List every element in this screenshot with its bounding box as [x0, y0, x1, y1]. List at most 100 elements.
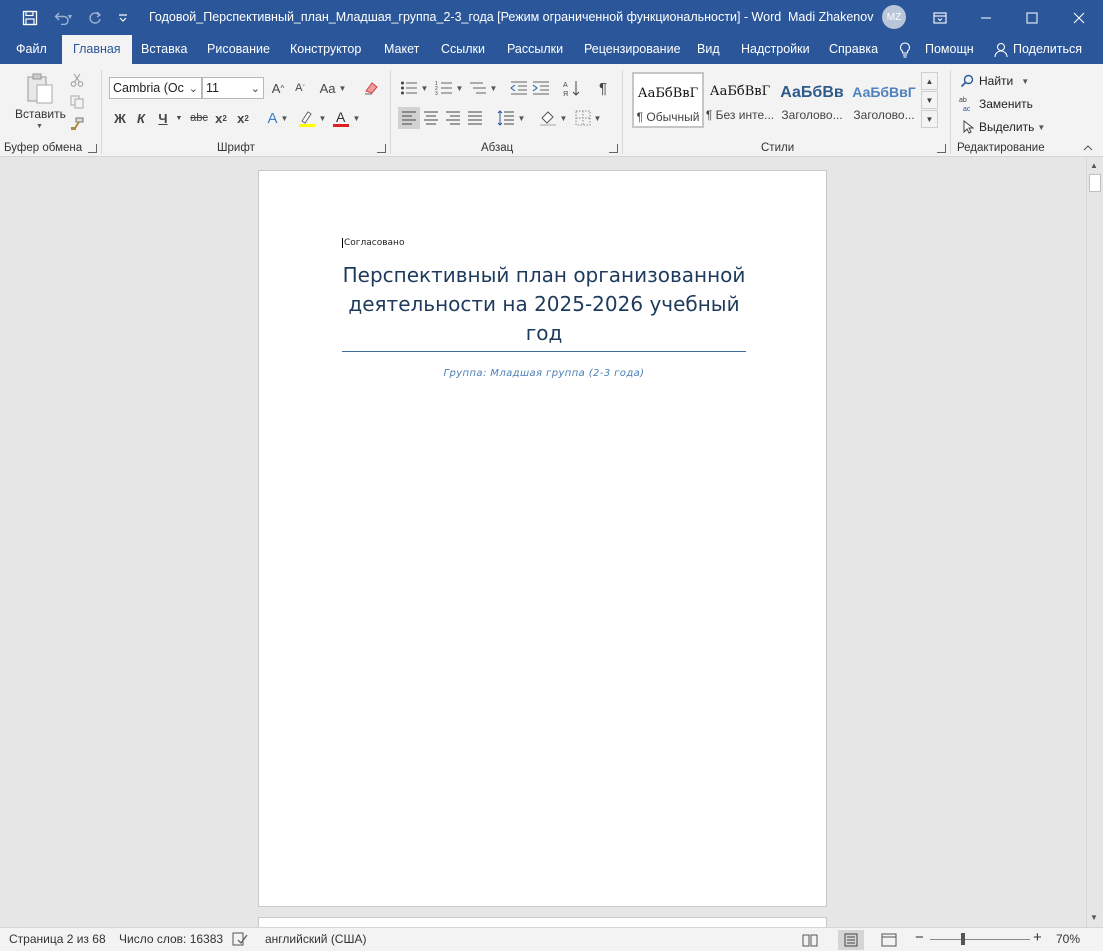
style-heading-2[interactable]: АаБбВвГ Заголово...	[848, 72, 920, 128]
paste-icon[interactable]	[22, 70, 58, 108]
underline-dropdown-icon[interactable]: ▼	[173, 107, 185, 129]
tab-file[interactable]: Файл	[16, 35, 47, 64]
style-heading-1[interactable]: АаБбВв Заголово...	[776, 72, 848, 128]
zoom-slider-thumb[interactable]	[961, 933, 965, 945]
zoom-slider[interactable]	[930, 939, 1030, 940]
zoom-out-icon[interactable]: −	[915, 929, 924, 946]
word-count-status[interactable]: Число слов: 16383	[119, 932, 223, 946]
paragraph-launcher-icon[interactable]	[609, 144, 618, 153]
borders-icon[interactable]: ▼	[572, 107, 604, 129]
paste-dropdown-icon[interactable]: ▼	[36, 123, 43, 130]
print-layout-icon[interactable]	[838, 930, 864, 950]
subscript-icon[interactable]: x2	[211, 107, 231, 129]
styles-more-icon[interactable]: ▼	[921, 110, 938, 128]
styles-scroll-down-icon[interactable]: ▼	[921, 91, 938, 109]
font-color-icon[interactable]: A ▼	[331, 107, 361, 129]
sort-icon[interactable]: AЯ	[561, 77, 583, 99]
tab-share[interactable]: Поделиться	[1013, 35, 1082, 64]
style-no-spacing[interactable]: АаБбВвГ ¶ Без инте...	[704, 72, 776, 128]
styles-launcher-icon[interactable]	[937, 144, 946, 153]
customize-qat-icon[interactable]	[107, 0, 139, 35]
cut-icon[interactable]	[67, 70, 87, 90]
align-center-icon[interactable]	[420, 107, 442, 129]
tab-view[interactable]: Вид	[697, 35, 720, 64]
undo-dropdown-icon[interactable]: ▼	[62, 0, 78, 35]
strikethrough-button[interactable]: abc	[187, 107, 211, 129]
text-effects-icon[interactable]: A ▼	[263, 107, 293, 129]
zoom-in-icon[interactable]: +	[1033, 929, 1042, 946]
vertical-scrollbar[interactable]: ▲ ▼	[1086, 157, 1103, 927]
tab-addins[interactable]: Надстройки	[741, 35, 810, 64]
document-area[interactable]: Согласовано Перспективный план организов…	[0, 157, 1086, 927]
minimize-icon[interactable]	[963, 0, 1009, 35]
styles-scroll-up-icon[interactable]: ▲	[921, 72, 938, 90]
tab-review[interactable]: Рецензирование	[584, 35, 681, 64]
font-size-combo[interactable]: 11 ⌄	[202, 77, 264, 99]
shading-icon[interactable]: ▼	[537, 107, 569, 129]
scroll-up-icon[interactable]: ▲	[1090, 161, 1098, 170]
web-layout-icon[interactable]	[876, 930, 902, 950]
tab-insert[interactable]: Вставка	[141, 35, 187, 64]
zoom-level[interactable]: 70%	[1056, 932, 1080, 946]
font-launcher-icon[interactable]	[377, 144, 386, 153]
group-subtitle[interactable]: Группа: Младшая группа (2-3 года)	[342, 368, 746, 379]
align-right-icon[interactable]	[442, 107, 464, 129]
document-page[interactable]: Согласовано Перспективный план организов…	[258, 170, 827, 907]
approved-text[interactable]: Согласовано	[342, 238, 404, 248]
align-left-icon[interactable]	[398, 107, 420, 129]
document-title[interactable]: Перспективный план организованной деятел…	[342, 261, 746, 348]
tab-help[interactable]: Справка	[829, 35, 878, 64]
avatar[interactable]: MZ	[882, 5, 906, 29]
user-name[interactable]: Madi Zhakenov	[788, 10, 873, 24]
scrollbar-thumb[interactable]	[1089, 174, 1101, 192]
maximize-icon[interactable]	[1009, 0, 1055, 35]
scroll-down-icon[interactable]: ▼	[1090, 913, 1098, 922]
read-mode-icon[interactable]	[797, 930, 823, 950]
clipboard-launcher-icon[interactable]	[88, 144, 97, 153]
bold-button[interactable]: Ж	[110, 107, 130, 129]
tab-references[interactable]: Ссылки	[441, 35, 485, 64]
close-icon[interactable]	[1056, 0, 1102, 35]
line-spacing-icon[interactable]: ▼	[495, 107, 527, 129]
clear-formatting-icon[interactable]	[360, 77, 382, 99]
lightbulb-icon[interactable]	[899, 35, 915, 64]
highlight-color-icon[interactable]: ▼	[296, 107, 328, 129]
tab-layout[interactable]: Макет	[384, 35, 419, 64]
share-user-icon[interactable]	[994, 35, 1010, 64]
justify-icon[interactable]	[464, 107, 486, 129]
style-normal[interactable]: АаБбВвГ ¶ Обычный	[632, 72, 704, 128]
collapse-ribbon-icon[interactable]	[1081, 142, 1095, 154]
tab-mailings[interactable]: Рассылки	[507, 35, 563, 64]
decrease-indent-icon[interactable]	[508, 77, 530, 99]
tab-draw[interactable]: Рисование	[207, 35, 270, 64]
font-name-combo[interactable]: Cambria (Ос ⌄	[109, 77, 202, 99]
numbering-icon[interactable]: 1 2 3 ▼	[433, 77, 465, 99]
grow-font-icon[interactable]: A ^	[268, 77, 288, 99]
show-paragraph-marks-icon[interactable]: ¶	[592, 77, 614, 99]
page-number-status[interactable]: Страница 2 из 68	[9, 932, 106, 946]
proofing-icon[interactable]	[232, 931, 248, 950]
italic-button[interactable]: К	[131, 107, 151, 129]
paste-button[interactable]: Вставить	[15, 107, 66, 121]
change-case-button[interactable]: Aa ▼	[317, 77, 349, 99]
tab-home[interactable]: Главная	[62, 35, 132, 64]
save-icon[interactable]	[14, 0, 46, 35]
tab-tell-me[interactable]: Помощн	[925, 35, 974, 64]
ribbon-display-options-icon[interactable]	[917, 0, 963, 35]
ribbon: Вставить ▼ Буфер обмена Cambria (Ос ⌄ 11…	[0, 64, 1103, 157]
replace-button[interactable]: ab ac Заменить	[959, 94, 1033, 114]
shrink-font-icon[interactable]: Aˇ	[290, 77, 310, 99]
multilevel-list-icon[interactable]: ▼	[467, 77, 499, 99]
format-painter-icon[interactable]	[67, 114, 87, 134]
next-page[interactable]	[258, 917, 827, 927]
editing-group-label: Редактирование	[957, 142, 1045, 154]
select-button[interactable]: Выделить ▼	[962, 117, 1045, 137]
tab-design[interactable]: Конструктор	[290, 35, 361, 64]
underline-button[interactable]: Ч	[153, 107, 173, 129]
language-status[interactable]: английский (США)	[265, 932, 366, 946]
superscript-icon[interactable]: x2	[233, 107, 253, 129]
copy-icon[interactable]	[67, 92, 87, 112]
increase-indent-icon[interactable]	[530, 77, 552, 99]
find-button[interactable]: Найти ▼	[960, 71, 1029, 91]
bullets-icon[interactable]: ▼	[398, 77, 430, 99]
